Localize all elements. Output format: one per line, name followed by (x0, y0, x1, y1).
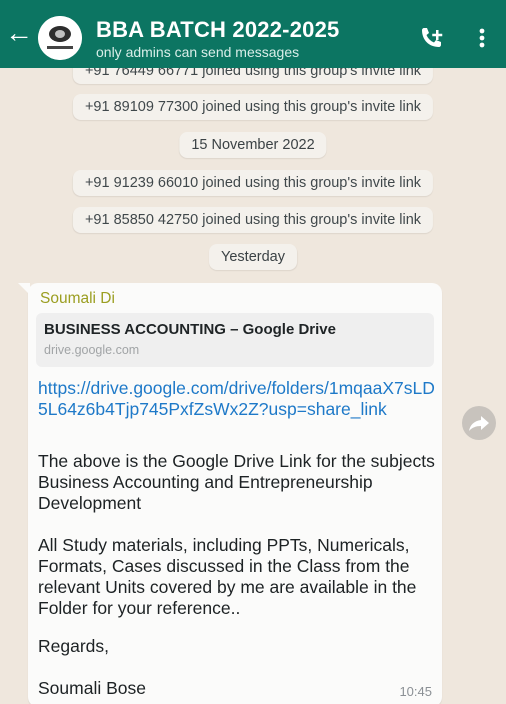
sender-name[interactable]: Soumali Di (40, 290, 115, 308)
message-bubble[interactable]: Soumali Di BUSINESS ACCOUNTING – Google … (18, 283, 442, 704)
group-title[interactable]: BBA BATCH 2022-2025 (96, 17, 339, 43)
add-call-icon[interactable] (416, 24, 446, 52)
link-preview-title: BUSINESS ACCOUNTING – Google Drive (44, 321, 336, 338)
more-vertical-icon[interactable] (474, 24, 490, 52)
system-message: +91 91239 66010 joined using this group'… (72, 170, 434, 196)
chat-header: ← BBA BATCH 2022-2025 only admins can se… (0, 0, 506, 68)
group-subtitle: only admins can send messages (96, 44, 300, 60)
message-time: 10:45 (399, 684, 432, 699)
link-preview[interactable]: BUSINESS ACCOUNTING – Google Drive drive… (36, 313, 434, 367)
date-divider: 15 November 2022 (179, 132, 327, 158)
message-signature: Soumali Bose (38, 678, 146, 698)
group-logo-icon (38, 16, 82, 60)
forward-button[interactable] (462, 406, 496, 440)
message-link[interactable]: https://drive.google.com/drive/folders/1… (38, 378, 436, 420)
group-avatar[interactable] (38, 16, 82, 60)
link-preview-domain: drive.google.com (44, 343, 140, 357)
arrow-left-icon[interactable]: ← (4, 18, 34, 48)
message-paragraph: All Study materials, including PPTs, Num… (38, 535, 417, 618)
forward-icon (469, 416, 489, 431)
system-message: +91 76449 66771 joined using this group'… (72, 68, 434, 84)
date-divider: Yesterday (209, 244, 297, 270)
chat-area[interactable]: +91 76449 66771 joined using this group'… (0, 68, 506, 704)
message-regards: Regards, (38, 636, 110, 656)
bubble-tail (18, 283, 30, 295)
system-message: +91 85850 42750 joined using this group'… (72, 207, 434, 233)
message-paragraph: The above is the Google Drive Link for t… (38, 451, 435, 513)
system-message: +91 89109 77300 joined using this group'… (72, 94, 434, 120)
